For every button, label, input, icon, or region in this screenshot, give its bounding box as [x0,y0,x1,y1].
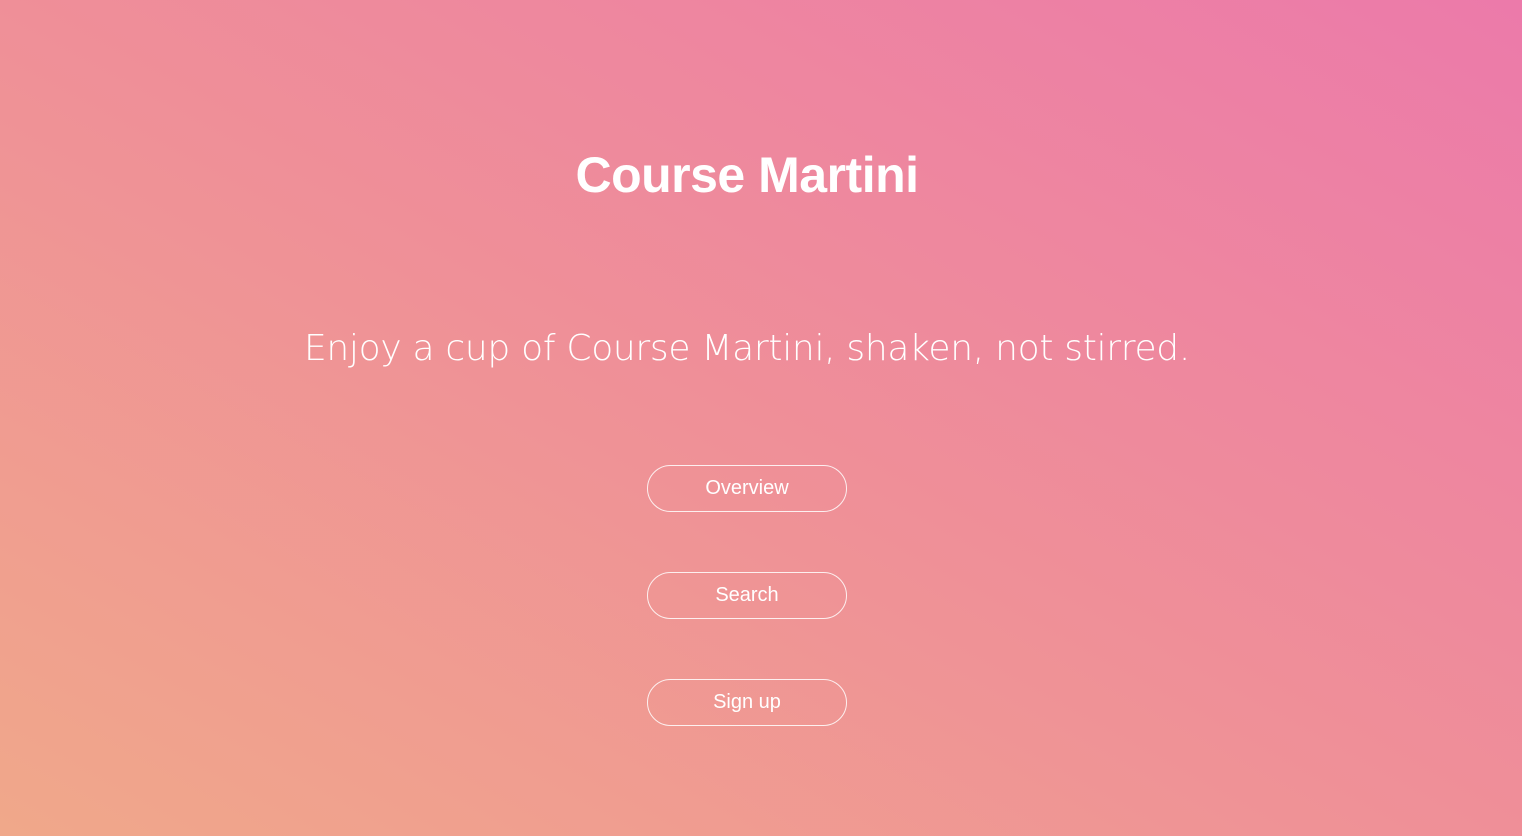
search-button[interactable]: Search [647,572,847,619]
landing-page: Course Martini Enjoy a cup of Course Mar… [0,0,1522,836]
page-title: Course Martini [575,147,919,203]
tagline: Enjoy a cup of Course Martini, shaken, n… [303,328,1191,369]
overview-button[interactable]: Overview [647,465,847,512]
sign-up-button[interactable]: Sign up [647,679,847,726]
